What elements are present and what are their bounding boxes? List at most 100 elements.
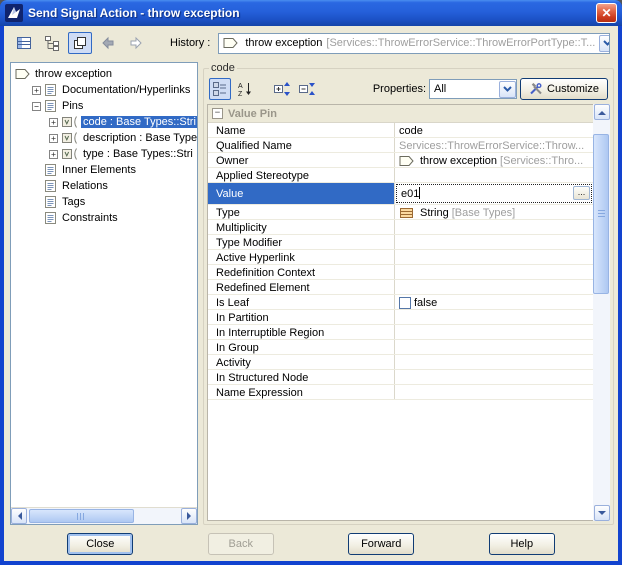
history-value-suffix: [Services::ThrowErrorService::ThrowError…: [326, 37, 595, 49]
forward-icon: [128, 35, 144, 51]
sort-alphabetically-icon: AZ: [237, 81, 253, 97]
prop-row-owner[interactable]: Ownerthrow exception [Services::Thro...: [208, 153, 593, 168]
close-button[interactable]: Close: [67, 533, 133, 555]
prop-value: [395, 235, 593, 249]
sort-alphabetically-button[interactable]: AZ: [234, 78, 256, 100]
close-button[interactable]: ✕: [596, 3, 617, 23]
prop-row-active-hyperlink[interactable]: Active Hyperlink: [208, 250, 593, 265]
prop-row-multiplicity[interactable]: Multiplicity: [208, 220, 593, 235]
tree-item-throw-exception[interactable]: throw exception: [11, 66, 197, 82]
properties-label: Properties:: [373, 83, 426, 95]
prop-row-in-interruptible-region[interactable]: In Interruptible Region: [208, 325, 593, 340]
value-ellipsis-button[interactable]: ...: [573, 186, 590, 200]
table-vertical-scrollbar[interactable]: [593, 104, 610, 521]
properties-filter-combo[interactable]: All: [429, 79, 517, 99]
scroll-down-button[interactable]: [594, 505, 610, 521]
categorized-view-button[interactable]: [209, 78, 231, 100]
prop-value[interactable]: false: [395, 295, 593, 309]
prop-row-applied-stereotype[interactable]: Applied Stereotype: [208, 168, 593, 183]
main-toolbar: History : throw exception [Services::Thr…: [4, 26, 618, 60]
history-label: History :: [170, 37, 210, 49]
collapse-all-icon: [298, 81, 316, 97]
history-value: throw exception: [245, 37, 322, 49]
prop-row-value[interactable]: Valuee01...: [208, 183, 593, 205]
scroll-left-button[interactable]: [11, 508, 27, 524]
prop-row-type-modifier[interactable]: Type Modifier: [208, 235, 593, 250]
tree-horizontal-scrollbar[interactable]: [11, 507, 197, 524]
value-editor-text: e01: [401, 188, 419, 200]
forward-button[interactable]: Forward: [348, 533, 414, 555]
customize-button[interactable]: Customize: [520, 78, 608, 100]
prop-name: In Interruptible Region: [208, 325, 395, 339]
prop-name: Multiplicity: [208, 220, 395, 234]
is-leaf-checkbox[interactable]: [399, 297, 411, 309]
scroll-up-button[interactable]: [594, 104, 610, 120]
prop-value[interactable]: e01...: [395, 183, 593, 204]
document-icon: [44, 99, 57, 113]
tree-expander-plus[interactable]: +: [49, 134, 58, 143]
section-header-row[interactable]: − Value Pin: [208, 105, 593, 123]
stack-view-icon: [72, 35, 88, 51]
value-editor[interactable]: e01...: [396, 184, 592, 203]
tree-item-label: type : Base Types::Stri: [81, 148, 195, 160]
prop-row-type[interactable]: TypeString [Base Types]: [208, 205, 593, 220]
scrollbar-grip: [598, 210, 605, 219]
prop-row-activity[interactable]: Activity: [208, 355, 593, 370]
prop-name: In Structured Node: [208, 370, 395, 384]
signal-icon: [15, 68, 30, 80]
prop-row-name[interactable]: Namecode: [208, 123, 593, 138]
collapse-all-button[interactable]: [296, 78, 318, 100]
prop-row-in-structured-node[interactable]: In Structured Node: [208, 370, 593, 385]
triangle-up-icon: [598, 107, 606, 115]
tree-item-inner-elements[interactable]: Inner Elements: [11, 162, 197, 178]
history-forward-button[interactable]: [124, 32, 148, 54]
tree-item-tags[interactable]: Tags: [11, 194, 197, 210]
prop-row-in-partition[interactable]: In Partition: [208, 310, 593, 325]
history-combo[interactable]: throw exception [Services::ThrowErrorSer…: [218, 33, 610, 54]
prop-value: [395, 220, 593, 234]
prop-value-text: String: [420, 207, 449, 219]
help-button[interactable]: Help: [489, 533, 555, 555]
dialog-body: History : throw exception [Services::Thr…: [4, 26, 618, 561]
scrollbar-thumb[interactable]: [29, 509, 134, 523]
properties-view-button[interactable]: [12, 32, 36, 54]
triangle-right-icon: [187, 512, 195, 520]
tree-item-label: description : Base Type: [81, 132, 197, 144]
tree-expander-plus[interactable]: +: [32, 86, 41, 95]
prop-row-is-leaf[interactable]: Is Leaffalse: [208, 295, 593, 310]
prop-rows: NamecodeQualified NameServices::ThrowErr…: [208, 123, 593, 400]
tree-item-type-base-types-stri[interactable]: + type : Base Types::Stri: [11, 146, 197, 162]
tree-view-button[interactable]: [40, 32, 64, 54]
tree-item-code-base-types-stri[interactable]: +code : Base Types::Stri: [11, 114, 197, 130]
tree-expander-minus[interactable]: −: [32, 102, 41, 111]
tree-expander-plus[interactable]: +: [49, 150, 58, 159]
properties-combo-dropdown-button[interactable]: [499, 81, 516, 98]
tree-item-description-base-type[interactable]: + description : Base Type: [11, 130, 197, 146]
tree-item-documentation-hyperlinks[interactable]: +Documentation/Hyperlinks: [11, 82, 197, 98]
back-button: Back: [208, 533, 274, 555]
prop-row-name-expression[interactable]: Name Expression: [208, 385, 593, 400]
expand-all-button[interactable]: [271, 78, 293, 100]
prop-row-in-group[interactable]: In Group: [208, 340, 593, 355]
prop-row-qualified-name[interactable]: Qualified NameServices::ThrowErrorServic…: [208, 138, 593, 153]
tree-expander-plus[interactable]: +: [49, 118, 58, 127]
tree-item-relations[interactable]: Relations: [11, 178, 197, 194]
prop-row-redefined-element[interactable]: Redefined Element: [208, 280, 593, 295]
expand-all-icon: [273, 81, 291, 97]
prop-name: In Partition: [208, 310, 395, 324]
scroll-right-button[interactable]: [181, 508, 197, 524]
collapse-section-icon[interactable]: −: [212, 108, 223, 119]
tree-item-constraints[interactable]: Constraints: [11, 210, 197, 226]
tree-item-pins[interactable]: −Pins: [11, 98, 197, 114]
stack-view-button[interactable]: [68, 32, 92, 54]
window-title: Send Signal Action - throw exception: [28, 6, 591, 20]
prop-value: [395, 370, 593, 384]
prop-name: Redefinition Context: [208, 265, 395, 279]
prop-row-redefinition-context[interactable]: Redefinition Context: [208, 265, 593, 280]
element-tree-panel: throw exception+Documentation/Hyperlinks…: [10, 62, 198, 525]
history-combo-dropdown-button[interactable]: [599, 35, 610, 52]
footer-button-bar: Close Back Forward Help: [4, 527, 618, 561]
history-back-button[interactable]: [96, 32, 120, 54]
scrollbar-thumb[interactable]: [593, 134, 609, 294]
document-icon: [44, 83, 57, 97]
